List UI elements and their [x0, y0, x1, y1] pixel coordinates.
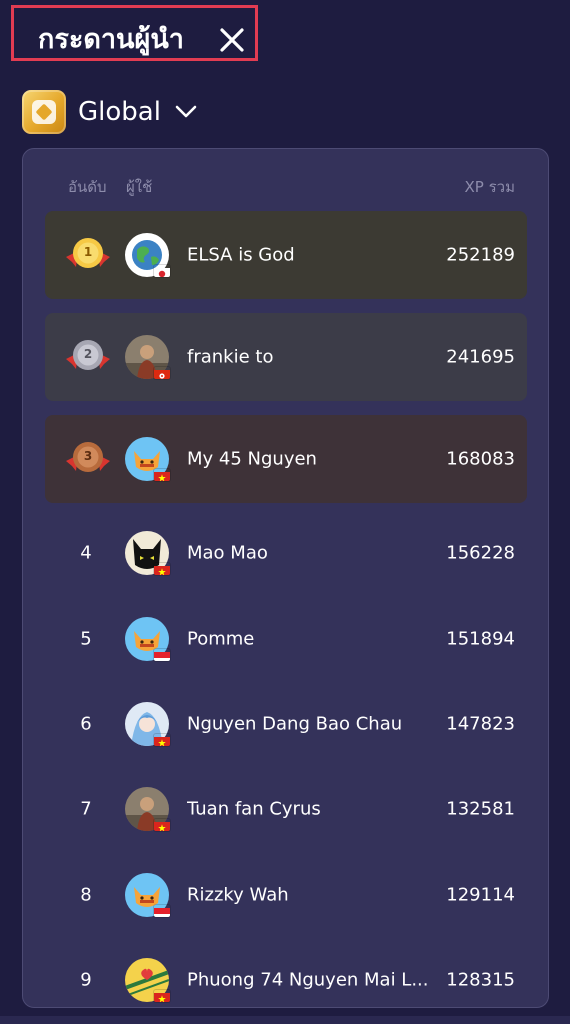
- vietnam-flag-icon: [154, 990, 170, 1002]
- user-name: Nguyen Dang Bao Chau: [187, 713, 403, 735]
- chevron-down-icon: [175, 105, 197, 118]
- scope-label: Global: [78, 97, 161, 127]
- leaderboard-row[interactable]: 4 Mao Mao 156228: [45, 509, 527, 597]
- rank-number: 1: [83, 245, 93, 259]
- user-name: My 45 Nguyen: [187, 448, 317, 470]
- rank-number: 4: [80, 542, 92, 564]
- japan-flag-icon: [154, 265, 170, 277]
- column-header-xp: XP รวม: [464, 178, 515, 196]
- xp-total: 156228: [446, 542, 515, 564]
- vietnam-flag-icon: [154, 563, 170, 575]
- gold-medal-icon: 1: [63, 233, 113, 273]
- silver-medal-icon: 2: [63, 335, 113, 375]
- xp-total: 151894: [446, 628, 515, 650]
- vietnam-flag-icon: [154, 819, 170, 831]
- xp-total: 252189: [446, 244, 515, 266]
- leaderboard-row[interactable]: 1 ELSA is God 252189: [45, 211, 527, 299]
- xp-total: 129114: [446, 884, 515, 906]
- leaderboard-row[interactable]: 3 My 45 Nguyen 168083: [45, 415, 527, 503]
- rank-number: 8: [80, 884, 92, 906]
- rank-number: 7: [80, 798, 92, 820]
- user-name: ELSA is God: [187, 244, 295, 266]
- user-name: Mao Mao: [187, 542, 268, 564]
- leaderboard-row[interactable]: 5 Pomme 151894: [45, 595, 527, 683]
- page-title: กระดานผู้นำ: [38, 24, 184, 55]
- xp-total: 128315: [446, 969, 515, 991]
- scope-dropdown[interactable]: Global: [78, 92, 197, 132]
- user-name: Tuan fan Cyrus: [187, 798, 321, 820]
- leaderboard-row[interactable]: 9 Phuong 74 Nguyen Mai L... 128315: [45, 936, 527, 1007]
- hong-kong-flag-icon: [154, 367, 170, 379]
- bronze-medal-icon: 3: [63, 437, 113, 477]
- user-name: Pomme: [187, 628, 255, 650]
- leaderboard-badge-icon: [22, 90, 66, 134]
- leaderboard-panel[interactable]: อันดับ ผู้ใช้ XP รวม 1 ELSA is God 252189 2…: [22, 148, 549, 1008]
- rank-number: 3: [83, 449, 93, 463]
- rank-number: 6: [80, 713, 92, 735]
- user-name: Phuong 74 Nguyen Mai L...: [187, 969, 429, 991]
- leaderboard-row[interactable]: 7 Tuan fan Cyrus 132581: [45, 765, 527, 853]
- xp-total: 132581: [446, 798, 515, 820]
- leaderboard-row[interactable]: 6 Nguyen Dang Bao Chau 147823: [45, 680, 527, 768]
- vietnam-flag-icon: [154, 469, 170, 481]
- vietnam-flag-icon: [154, 734, 170, 746]
- xp-total: 168083: [446, 448, 515, 470]
- column-header-user: ผู้ใช้: [126, 178, 153, 196]
- rank-number: 9: [80, 969, 92, 991]
- indonesia-flag-icon: [154, 649, 170, 661]
- close-icon[interactable]: [218, 26, 246, 54]
- xp-total: 147823: [446, 713, 515, 735]
- rank-number: 2: [83, 347, 93, 361]
- indonesia-flag-icon: [154, 905, 170, 917]
- user-name: frankie to: [187, 346, 274, 368]
- bottom-bar: [0, 1016, 570, 1024]
- rank-number: 5: [80, 628, 92, 650]
- leaderboard-row[interactable]: 8 Rizzky Wah 129114: [45, 851, 527, 939]
- leaderboard-row[interactable]: 2 frankie to 241695: [45, 313, 527, 401]
- xp-total: 241695: [446, 346, 515, 368]
- column-header-rank: อันดับ: [68, 178, 107, 196]
- user-name: Rizzky Wah: [187, 884, 289, 906]
